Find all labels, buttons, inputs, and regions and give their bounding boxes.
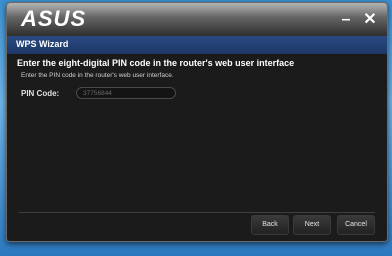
- minimize-icon[interactable]: –: [335, 11, 357, 29]
- instruction-subtext: Enter the PIN code in the router's web u…: [21, 72, 174, 79]
- close-icon[interactable]: ✕: [359, 11, 381, 29]
- wizard-title: WPS Wizard: [16, 39, 69, 49]
- footer-divider: [19, 212, 375, 213]
- next-button[interactable]: Next: [293, 215, 331, 235]
- wps-wizard-window: ASUS – ✕ WPS Wizard Enter the eight-digi…: [6, 2, 388, 242]
- pin-code-label: PIN Code:: [21, 89, 60, 98]
- asus-logo: ASUS: [21, 6, 87, 31]
- wizard-header: WPS Wizard: [7, 36, 387, 54]
- wizard-content: Enter the eight-digital PIN code in the …: [7, 54, 387, 241]
- back-button[interactable]: Back: [251, 215, 289, 235]
- pin-code-input[interactable]: [76, 87, 176, 99]
- cancel-button[interactable]: Cancel: [337, 215, 375, 235]
- title-bar: ASUS – ✕: [7, 3, 387, 36]
- instruction-heading: Enter the eight-digital PIN code in the …: [17, 58, 295, 68]
